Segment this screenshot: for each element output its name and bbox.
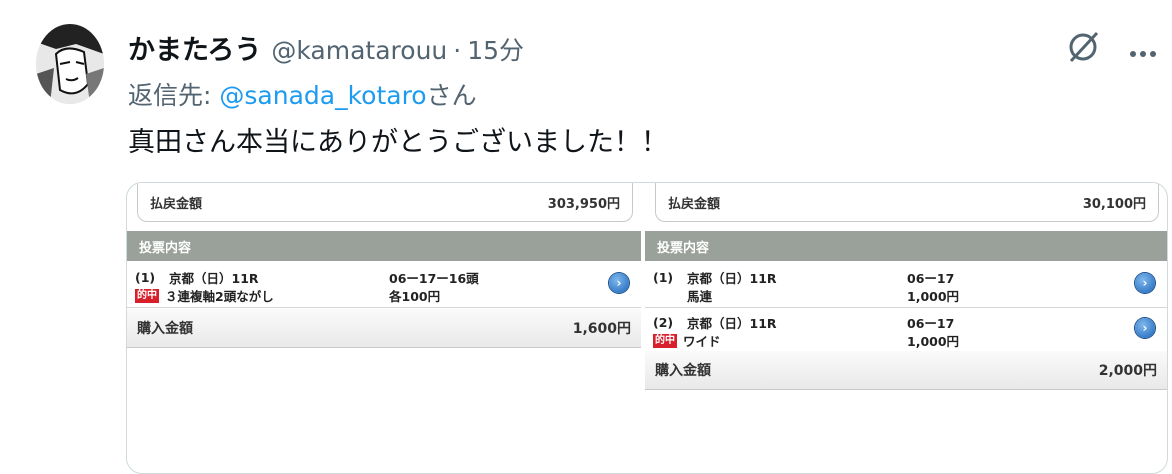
payout-value: 30,100円	[1082, 196, 1146, 212]
hit-badge: 的中	[135, 288, 159, 303]
timestamp[interactable]: 15分	[467, 31, 524, 67]
display-name[interactable]: かまたろう	[128, 28, 261, 67]
payout-label: 払戻金額	[668, 196, 721, 212]
bet-combo: 06ー17	[907, 271, 955, 286]
bet-type: 馬連	[687, 289, 713, 304]
payout-box: 払戻金額 30,100円	[655, 183, 1159, 222]
section-header: 投票内容	[127, 231, 641, 261]
bet-row[interactable]: (2) 京都（日）11R 06ー17 的中 ワイド 1,000円 ›	[645, 308, 1167, 353]
bet-race: 京都（日）11R	[169, 271, 259, 286]
payout-box: 払戻金額 303,950円	[137, 183, 633, 222]
reply-prefix: 返信先:	[128, 81, 220, 110]
tweet-text: 真田さん本当にありがとうございました！！	[128, 127, 668, 158]
more-icon[interactable]	[1128, 35, 1158, 65]
reply-mention-link[interactable]: @sanada_kotaro	[219, 81, 426, 110]
bet-combo: 06ー17ー16頭	[389, 271, 479, 286]
total-row: 購入金額 2,000円	[645, 351, 1167, 390]
grok-icon[interactable]	[1066, 30, 1100, 70]
reply-suffix: さん	[426, 81, 477, 110]
bet-combo: 06ー17	[907, 316, 955, 331]
total-label: 購入金額	[137, 321, 193, 337]
bet-number: (1)	[653, 270, 674, 285]
bet-amount: 各100円	[389, 289, 441, 304]
bet-type: ３連複軸2頭ながし	[165, 289, 274, 304]
bet-race: 京都（日）11R	[687, 271, 777, 286]
bet-row[interactable]: (1) 京都（日）11R 06ー17 馬連 1,000円 ›	[645, 263, 1167, 308]
bet-number: (1)	[135, 270, 156, 285]
bet-type: ワイド	[683, 334, 721, 349]
tweet-media[interactable]: 払戻金額 303,950円 投票内容 (1) 京都（日）11R 06ー17ー16…	[126, 182, 1168, 474]
bet-race: 京都（日）11R	[687, 316, 777, 331]
user-handle[interactable]: @kamatarouu	[271, 36, 447, 65]
bet-row[interactable]: (1) 京都（日）11R 06ー17ー16頭 的中 ３連複軸2頭ながし 各100…	[127, 263, 641, 308]
tweet-header: かまたろう @kamatarouu · 15分	[128, 28, 524, 67]
total-row: 購入金額 1,600円	[127, 309, 641, 348]
separator-dot: ·	[453, 36, 462, 65]
total-value: 1,600円	[572, 321, 631, 337]
total-value: 2,000円	[1098, 363, 1157, 379]
chevron-right-icon[interactable]: ›	[609, 273, 629, 293]
avatar[interactable]	[36, 24, 104, 104]
payout-label: 払戻金額	[150, 196, 203, 212]
chevron-right-icon[interactable]: ›	[1135, 318, 1155, 338]
reply-context: 返信先: @sanada_kotaroさん	[128, 76, 477, 112]
total-label: 購入金額	[655, 363, 711, 379]
right-ticket-image[interactable]: 払戻金額 30,100円 投票内容 (1) 京都（日）11R 06ー17 馬連 …	[645, 183, 1167, 473]
payout-value: 303,950円	[547, 196, 620, 212]
tweet-actions	[1066, 30, 1158, 70]
chevron-right-icon[interactable]: ›	[1135, 273, 1155, 293]
bet-amount: 1,000円	[907, 334, 960, 349]
left-ticket-image[interactable]: 払戻金額 303,950円 投票内容 (1) 京都（日）11R 06ー17ー16…	[127, 183, 643, 473]
bet-amount: 1,000円	[907, 289, 960, 304]
hit-badge: 的中	[653, 333, 677, 348]
bet-number: (2)	[653, 315, 674, 330]
section-header: 投票内容	[645, 231, 1167, 261]
